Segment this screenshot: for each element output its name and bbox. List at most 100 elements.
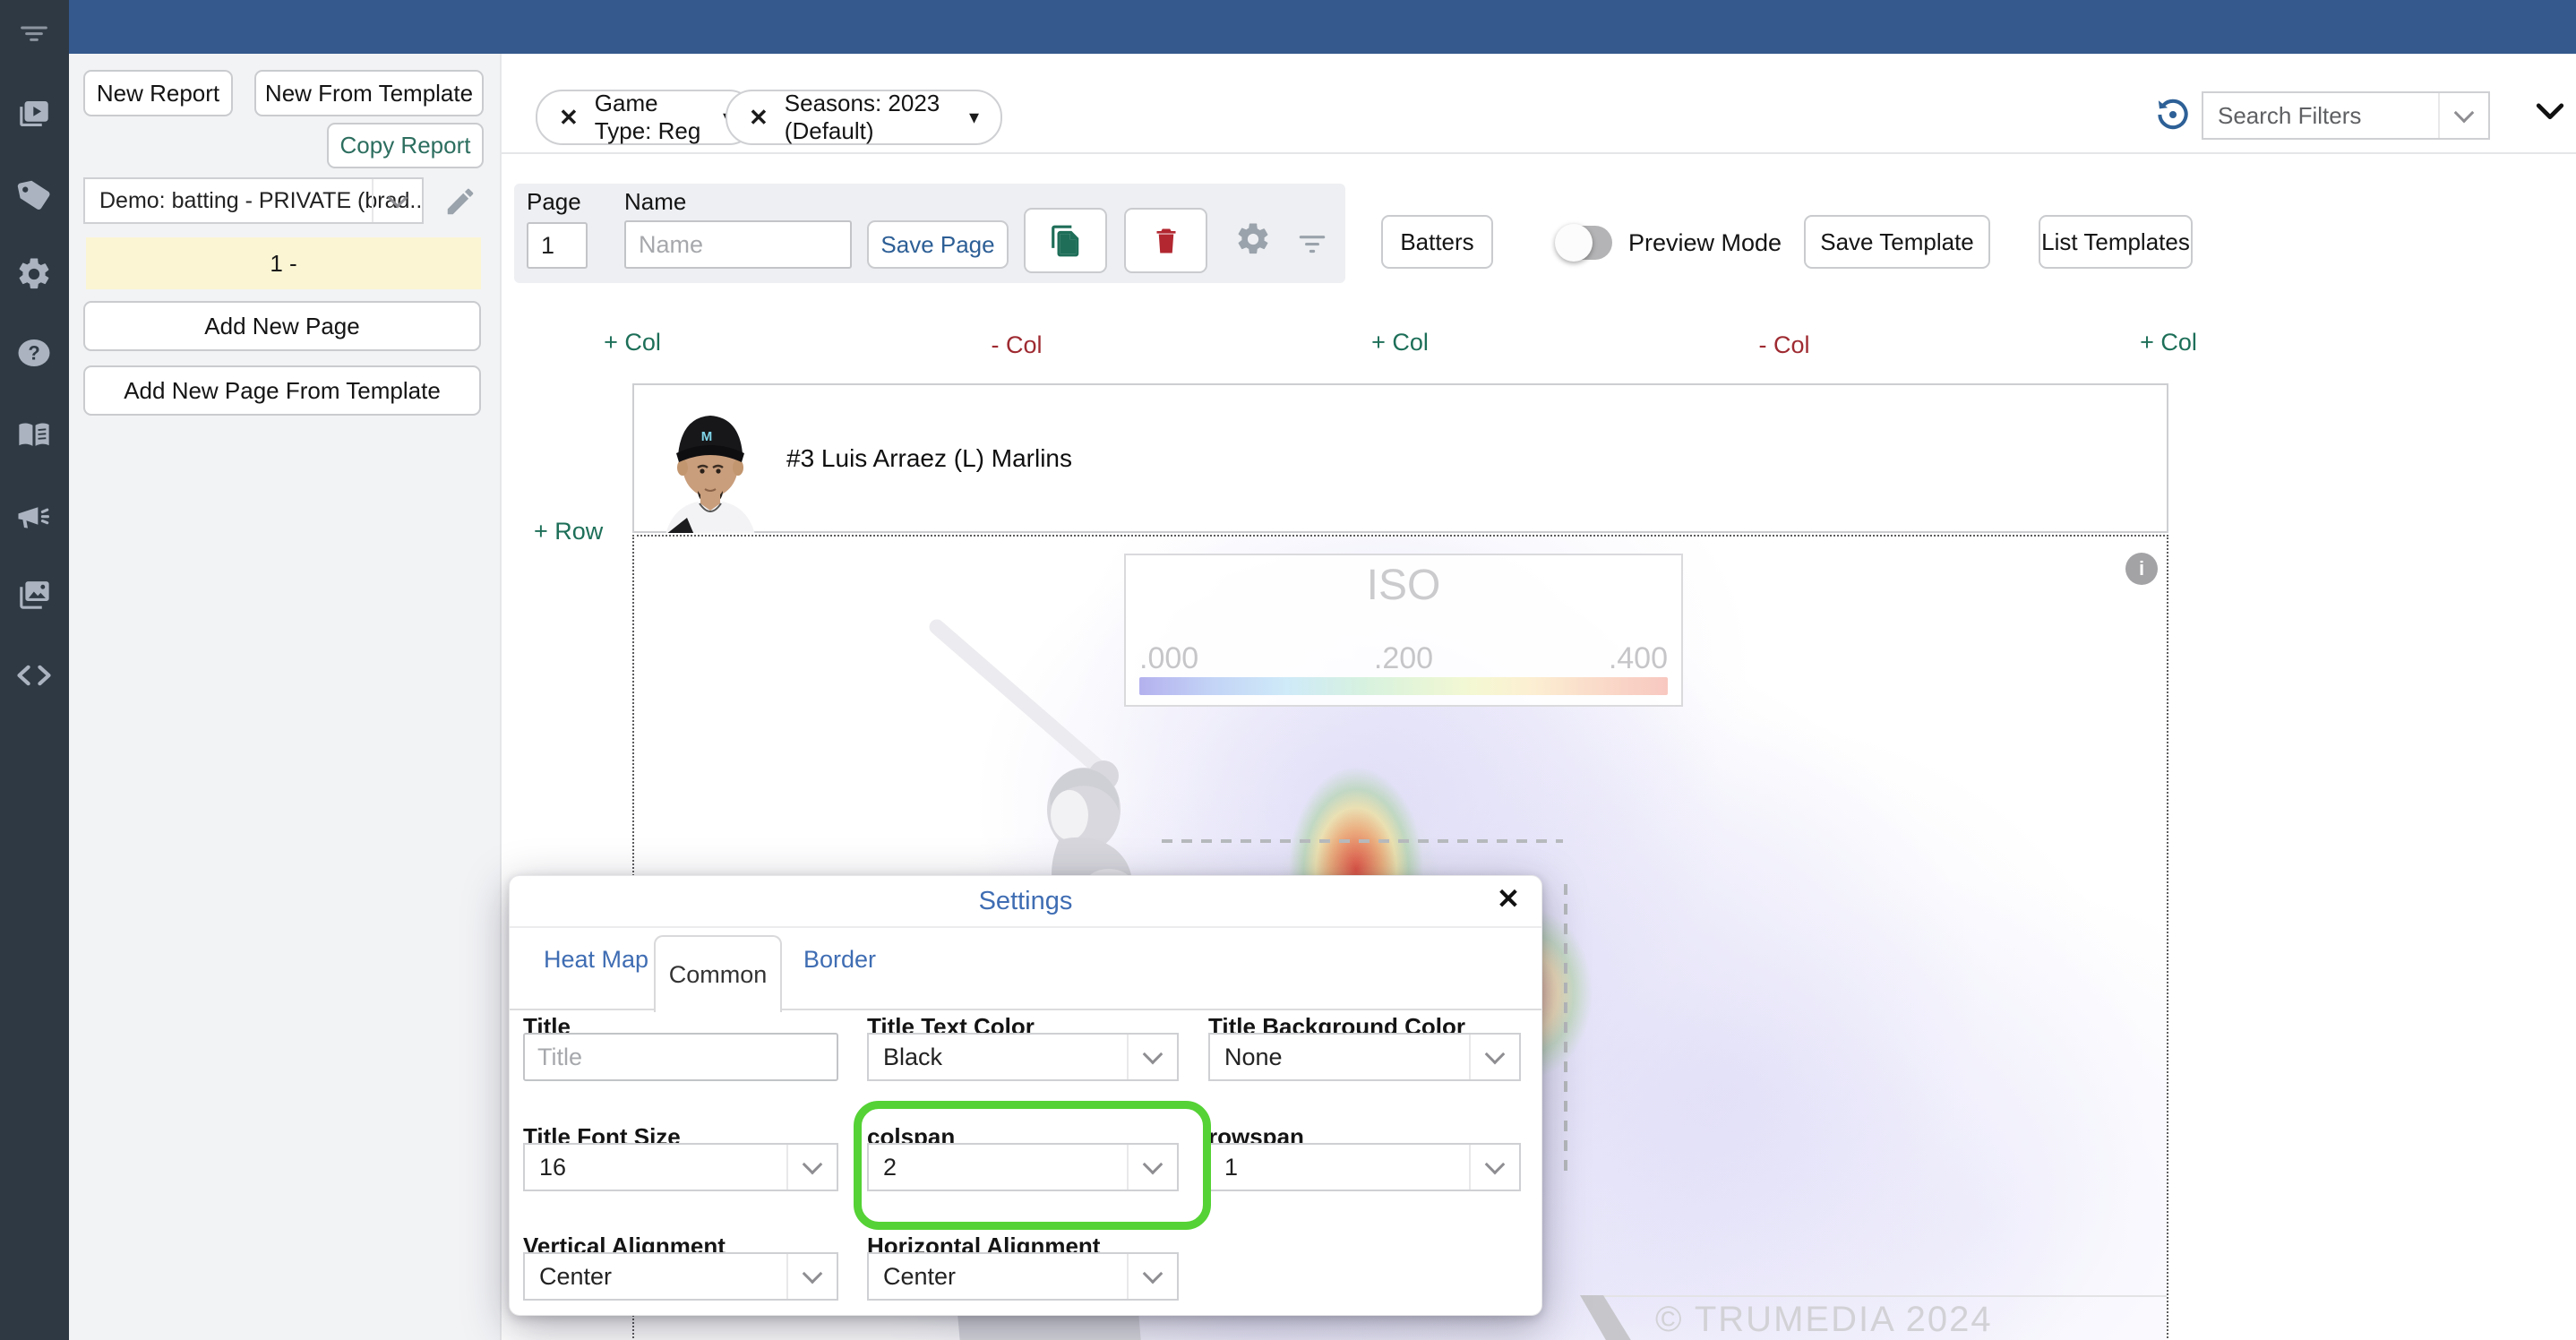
player-header-card: M #3 Luis Arraez (L) Marlins (632, 383, 2168, 533)
watermark-rule (1584, 1295, 2167, 1297)
chevron-down-icon (1469, 1035, 1519, 1079)
chevron-down-icon (786, 1254, 837, 1299)
search-filters-placeholder: Search Filters (2218, 101, 2362, 129)
preview-mode-toggle[interactable] (1555, 224, 1612, 262)
code-icon[interactable] (13, 654, 56, 697)
title-text-color-value: Black (883, 1043, 943, 1070)
report-selector[interactable]: Demo: batting - PRIVATE (brad... (83, 177, 424, 224)
delete-page-button[interactable] (1124, 208, 1207, 273)
legend-gradient-bar (1139, 677, 1668, 695)
horizontal-alignment-select[interactable]: Center (867, 1252, 1179, 1301)
tab-heat-map[interactable]: Heat Map (544, 946, 648, 974)
modal-header-divider (510, 926, 1541, 928)
report-selector-chevron-icon[interactable] (372, 179, 422, 222)
page-filter-icon[interactable] (1295, 226, 1329, 260)
duplicate-page-button[interactable] (1024, 208, 1107, 273)
filter-chip-label: Game Type: Reg (594, 90, 701, 144)
chevron-down-icon (786, 1145, 837, 1190)
filter-history-icon[interactable] (2153, 95, 2193, 134)
player-photo: M (653, 385, 768, 533)
book-icon[interactable] (13, 414, 56, 457)
horizontal-alignment-value: Center (883, 1262, 957, 1290)
add-column-button[interactable]: + Col (604, 329, 661, 356)
add-new-page-button[interactable]: Add New Page (83, 301, 481, 351)
settings-gear-icon[interactable] (13, 253, 56, 296)
batters-button[interactable]: Batters (1381, 215, 1493, 269)
chevron-down-icon (1127, 1145, 1177, 1190)
app-sidebar: ? (0, 0, 69, 1340)
chevron-down-icon (1127, 1254, 1177, 1299)
modal-title: Settings (978, 887, 1073, 915)
settings-modal: Settings ✕ Heat Map Common Border Title … (509, 875, 1542, 1316)
video-library-icon[interactable] (13, 92, 56, 135)
filter-chip-game-type[interactable]: ✕ Game Type: Reg ▾ (536, 90, 756, 145)
svg-text:M: M (701, 429, 713, 444)
page-number-input[interactable] (527, 222, 588, 269)
page-name-input[interactable] (624, 220, 852, 269)
rowspan-select[interactable]: 1 (1208, 1143, 1521, 1191)
list-templates-button[interactable]: List Templates (2039, 215, 2193, 269)
title-background-color-value: None (1224, 1043, 1283, 1070)
chevron-down-icon (1469, 1145, 1519, 1190)
collapse-filters-chevron-icon[interactable] (2535, 100, 2565, 124)
remove-filter-icon[interactable]: ✕ (749, 104, 769, 132)
colspan-value: 2 (883, 1153, 897, 1181)
top-navigation-bar (69, 0, 2576, 54)
copy-report-button[interactable]: Copy Report (327, 123, 484, 168)
tag-icon[interactable] (13, 174, 56, 217)
add-new-page-from-template-button[interactable]: Add New Page From Template (83, 365, 481, 416)
remove-column-button[interactable]: - Col (1758, 331, 1809, 359)
chevron-down-icon (1127, 1035, 1177, 1079)
help-icon[interactable]: ? (13, 331, 56, 374)
title-text-color-select[interactable]: Black (867, 1033, 1179, 1081)
page-settings-gear-icon[interactable] (1234, 220, 1272, 258)
new-from-template-button[interactable]: New From Template (254, 70, 484, 116)
legend-tick-max: .400 (1608, 641, 1668, 675)
legend-tick-min: .000 (1139, 641, 1199, 675)
megaphone-icon[interactable] (13, 494, 56, 537)
app-root: ? New Report New From Template Copy Repo… (0, 0, 2576, 1340)
preview-mode-label: Preview Mode (1628, 229, 1782, 256)
strike-zone-right-line (1564, 884, 1567, 1171)
legend-title: ISO (1366, 562, 1441, 609)
svg-text:?: ? (28, 342, 39, 365)
edit-report-pencil-icon[interactable] (443, 185, 477, 219)
title-background-color-select[interactable]: None (1208, 1033, 1521, 1081)
filter-chip-label: Seasons: 2023 (Default) (784, 90, 940, 144)
media-gallery-icon[interactable] (13, 573, 56, 616)
report-panel: New Report New From Template Copy Report… (69, 54, 502, 1340)
remove-filter-icon[interactable]: ✕ (559, 104, 579, 132)
filter-menu-icon[interactable] (13, 11, 56, 54)
tab-border[interactable]: Border (803, 946, 876, 974)
colspan-select[interactable]: 2 (867, 1143, 1179, 1191)
remove-column-button[interactable]: - Col (991, 331, 1042, 359)
save-page-button[interactable]: Save Page (867, 220, 1009, 269)
tab-common[interactable]: Common (654, 935, 782, 1012)
add-column-button[interactable]: + Col (2140, 329, 2197, 356)
chevron-down-icon[interactable]: ▾ (969, 106, 979, 129)
search-filters-chevron-icon[interactable] (2438, 93, 2488, 138)
page-list-item-active[interactable]: 1 - (86, 237, 481, 289)
vertical-alignment-value: Center (539, 1262, 613, 1290)
rowspan-value: 1 (1224, 1153, 1239, 1181)
vertical-alignment-select[interactable]: Center (523, 1252, 838, 1301)
info-icon[interactable]: i (2125, 553, 2158, 585)
add-row-button[interactable]: + Row (534, 518, 603, 545)
title-field-input[interactable] (523, 1033, 838, 1081)
filter-chip-seasons[interactable]: ✕ Seasons: 2023 (Default) ▾ (726, 90, 1002, 145)
title-font-size-select[interactable]: 16 (523, 1143, 838, 1191)
trash-icon (1150, 225, 1182, 257)
save-template-button[interactable]: Save Template (1804, 215, 1990, 269)
watermark-text: © TRUMEDIA 2024 (1655, 1300, 1993, 1339)
title-font-size-value: 16 (539, 1153, 567, 1181)
close-icon[interactable]: ✕ (1497, 883, 1520, 915)
heatmap-legend: ISO .000 .200 .400 (1124, 554, 1683, 707)
search-filters-input[interactable]: Search Filters (2202, 91, 2490, 140)
name-label: Name (624, 188, 687, 215)
add-column-button[interactable]: + Col (1371, 329, 1429, 356)
page-label: Page (527, 188, 581, 215)
player-name: #3 Luis Arraez (L) Marlins (786, 443, 1073, 472)
toggle-knob (1555, 224, 1593, 262)
filter-bar-divider (502, 152, 2576, 154)
new-report-button[interactable]: New Report (83, 70, 233, 116)
